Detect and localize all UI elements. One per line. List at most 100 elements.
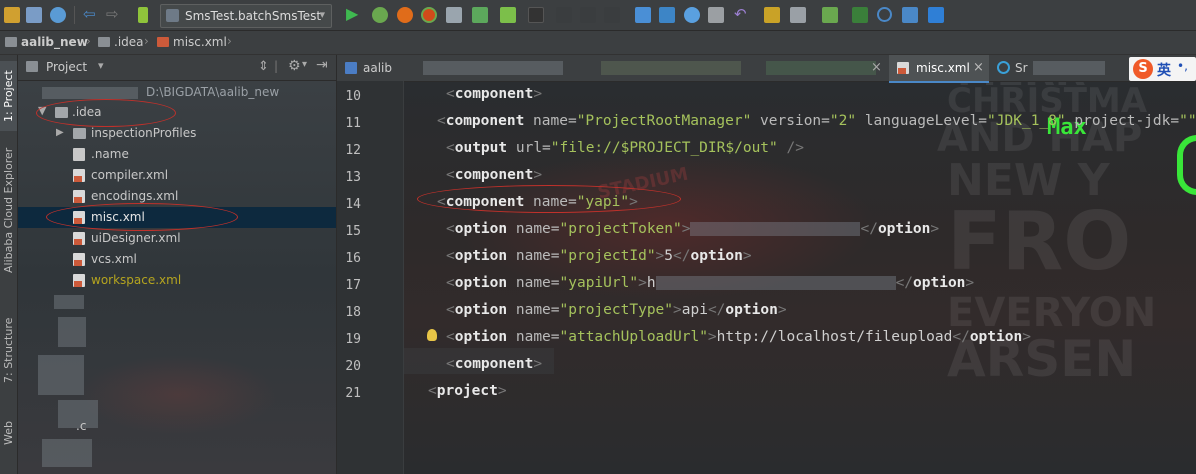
editor-tab[interactable] [595,55,755,81]
run-coverage-icon[interactable] [397,7,413,23]
tag-bracket: > [638,275,647,291]
vcs-commit-icon[interactable] [659,7,675,23]
tag-bracket: < [446,221,455,237]
editor-tab[interactable] [417,55,577,81]
attribute-value: "JDK_1_8" [987,113,1066,129]
attach-icon[interactable] [446,7,462,23]
tag-bracket: </ [673,248,691,264]
folder-icon [5,37,17,47]
code-line: <option name="projectId">5</option> [446,248,752,264]
tree-item-label: workspace.xml [91,273,182,287]
sogou-s-icon: S [1133,59,1153,79]
sync-icon[interactable] [50,7,66,23]
tag-name: project [436,383,498,399]
tree-row-root[interactable]: D:\BIGDATA\aalib_new [18,82,336,103]
breadcrumb-item-file[interactable]: misc.xml [173,35,227,49]
attribute-name: name= [507,302,560,318]
tree-row-name-file[interactable]: .name [18,144,336,165]
close-tab-icon[interactable]: × [973,60,984,75]
tag-bracket: < [428,383,437,399]
line-number: 15 [345,224,361,239]
annotation-oval-idea [36,99,176,127]
translate-icon[interactable] [902,7,918,23]
monitor-icon[interactable] [852,7,868,23]
vcs-branch-icon[interactable] [684,7,700,23]
breadcrumb-item-project[interactable]: aalib_new [21,35,88,49]
back-arrow-icon[interactable]: ⇦ [83,5,99,23]
tool-tab-alibaba-cloud[interactable]: Alibaba Cloud Explorer [0,145,17,275]
ime-toolbar[interactable]: S 英 •, [1129,57,1196,81]
editor-tab-bar: aalib × misc.xml × Sr S 英 •, [337,55,1196,83]
ime-language-badge[interactable]: 英 [1157,60,1171,80]
line-number: 14 [345,197,361,212]
blurred-content [42,87,138,99]
tool-tab-web[interactable]: Web [0,413,17,453]
collapse-all-icon[interactable]: ⇕ [258,59,269,74]
settings-icon[interactable] [764,7,780,23]
hide-panel-icon[interactable]: ⇥ [316,57,328,73]
chevron-down-icon[interactable]: ▾ [98,59,104,72]
run-icon[interactable]: ▶ [346,4,362,23]
line-number: 11 [345,116,361,131]
tag-name: output [454,140,508,156]
run-configuration-select[interactable]: SmsTest.batchSmsTest ▾ [160,4,332,28]
debug-icon[interactable] [372,7,388,23]
close-tab-icon[interactable]: × [871,60,882,75]
gear-icon[interactable]: ⚙ [288,58,301,74]
tree-item-label: uiDesigner.xml [91,231,181,245]
cloud-icon[interactable] [928,7,944,23]
gear-menu-chevron-icon[interactable]: ▾ [302,59,307,70]
tag-bracket: < [437,194,446,210]
tag-name: option [454,221,508,237]
collapsed-triangle-icon[interactable]: ▶ [56,127,64,138]
project-structure-icon[interactable] [790,7,806,23]
tree-row-vcs-xml[interactable]: vcs.xml [18,249,336,270]
code-line: <option name="yapiUrl">h </option> [446,275,974,291]
vcs-update-icon[interactable] [635,7,651,23]
tool-tab-project[interactable]: 1: Project [0,61,17,131]
stop-icon[interactable] [528,7,544,23]
attribute-name: languageLevel= [856,113,988,129]
no-entry-icon[interactable] [877,7,892,22]
tree-item-label: encodings.xml [91,189,179,203]
breadcrumb-item-idea[interactable]: .idea [114,35,144,49]
open-folder-icon[interactable] [4,7,20,23]
tree-row-compiler-xml[interactable]: compiler.xml [18,165,336,186]
profile-icon[interactable] [421,7,437,23]
tree-row-workspace-xml[interactable]: workspace.xml [18,270,336,291]
xml-file-icon [897,62,909,74]
history-icon[interactable] [708,7,724,23]
blurred-content [54,295,84,309]
tree-row-inspection-profiles[interactable]: ▶ inspectionProfiles [18,123,336,144]
project-view-selector[interactable]: Project [46,60,87,74]
editor-tab[interactable]: Sr [993,55,1113,81]
tag-bracket: < [446,86,455,102]
module-icon [345,62,357,74]
tag-bracket: </ [860,221,878,237]
tool-tab-structure[interactable]: 7: Structure [0,310,17,390]
breadcrumb-separator: › [86,34,91,48]
build-icon[interactable] [138,7,148,23]
blurred-content [766,61,876,75]
line-number: 19 [345,332,361,347]
save-icon[interactable] [26,7,42,23]
lightbulb-icon[interactable] [427,329,437,341]
jrebel-run-icon[interactable] [472,7,488,23]
editor-tab-label: misc.xml [916,61,970,75]
tag-bracket: > [707,329,717,345]
revert-icon[interactable]: ↶ [734,5,750,23]
editor-tab[interactable]: aalib [337,55,415,81]
attribute-name: project-jdk= [1065,113,1180,129]
blurred-content [1033,61,1105,75]
forward-arrow-icon[interactable]: ⇨ [106,5,122,23]
editor-tab-active[interactable]: misc.xml × [889,55,989,83]
ime-punctuation-icon[interactable]: •, [1177,59,1188,73]
attribute-value: "projectToken" [559,221,682,237]
editor-tab[interactable] [762,55,887,81]
jrebel-debug-icon[interactable] [500,7,516,23]
tag-name: component [454,86,534,102]
sdk-manager-icon[interactable] [822,7,838,23]
tree-row-uidesigner-xml[interactable]: uiDesigner.xml [18,228,336,249]
breadcrumb: aalib_new › .idea › misc.xml › [0,31,1196,55]
code-line: <component name="ProjectRootManager" ver… [437,113,1196,129]
